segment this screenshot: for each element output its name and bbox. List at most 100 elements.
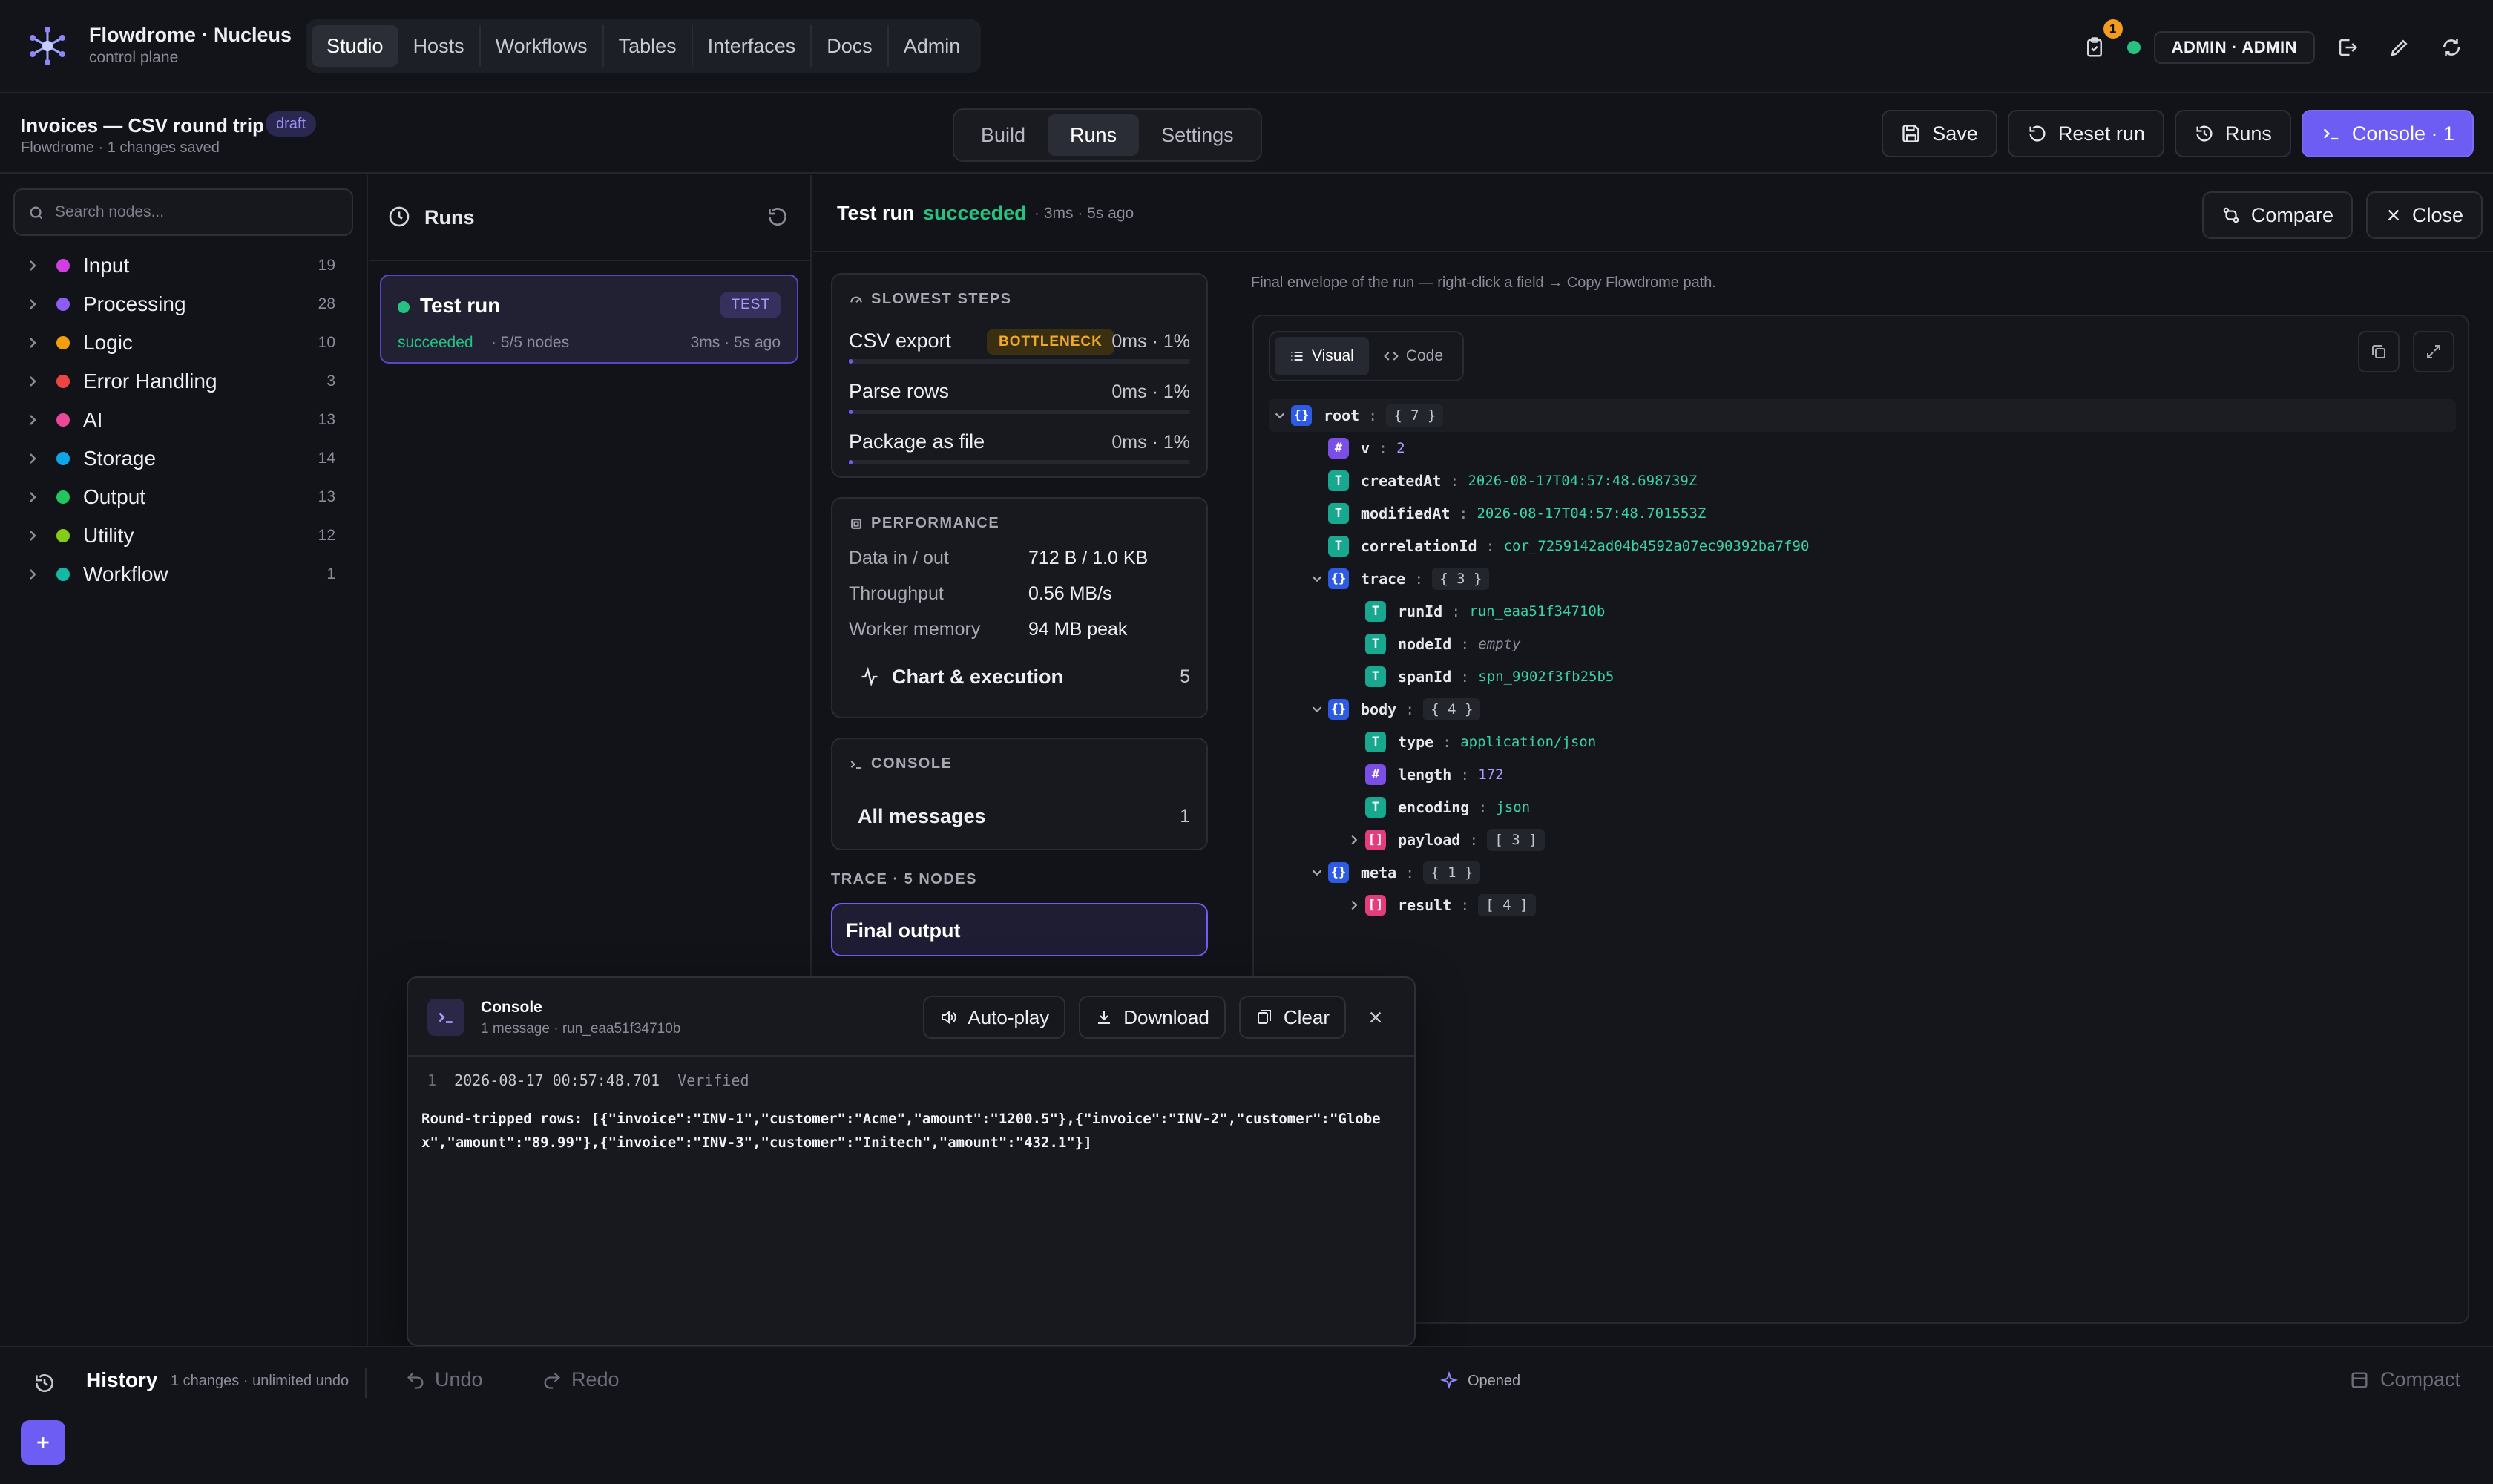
expand-button[interactable]: [2413, 331, 2454, 372]
tab-visual[interactable]: Visual: [1275, 337, 1369, 375]
chevron-right-icon: [27, 297, 43, 312]
category-processing[interactable]: Processing 28: [0, 285, 368, 324]
tree-node[interactable]: TrunId: run_eaa51f34710b: [1269, 595, 2456, 628]
viewer-tabs: Visual Code: [1269, 331, 1465, 381]
tab-build[interactable]: Build: [959, 114, 1048, 156]
refresh-runs-icon[interactable]: [766, 205, 789, 229]
tree-node[interactable]: TspanId: spn_9902f3fb25b5: [1269, 660, 2456, 693]
chevron-down-icon[interactable]: [1306, 703, 1328, 716]
node-search-input[interactable]: Search nodes...: [13, 188, 353, 236]
download-button[interactable]: Download: [1079, 996, 1226, 1039]
tree-size-pill: { 4 }: [1423, 698, 1481, 720]
tab-runs[interactable]: Runs: [1048, 114, 1140, 156]
nav-admin[interactable]: Admin: [889, 25, 976, 67]
runs-history-button[interactable]: Runs: [2174, 110, 2291, 157]
nav-hosts[interactable]: Hosts: [398, 25, 481, 67]
category-logic[interactable]: Logic 10: [0, 324, 368, 362]
tree-node[interactable]: Tencoding: json: [1269, 791, 2456, 824]
tree-node[interactable]: TnodeId: empty: [1269, 628, 2456, 660]
tree-node[interactable]: {} body: { 4 }: [1269, 693, 2456, 726]
nav-studio[interactable]: Studio: [312, 25, 398, 67]
refresh-button[interactable]: [2432, 28, 2471, 67]
compact-icon: [2351, 1372, 2368, 1388]
compare-icon: [2223, 207, 2239, 223]
console-header: Console 1 message · run_eaa51f34710b Aut…: [408, 978, 1414, 1057]
tree-node[interactable]: # length:172: [1269, 758, 2456, 791]
tree-size-pill: { 3 }: [1432, 568, 1490, 590]
tree-node[interactable]: TcorrelationId: cor_7259142ad04b4592a07ec…: [1269, 530, 2456, 562]
chevron-right-icon: [27, 451, 43, 466]
category-count: 19: [318, 257, 335, 274]
run-card[interactable]: Test run TEST succeeded · 5/5 nodes 3ms …: [380, 275, 798, 364]
step-row[interactable]: Parse rows 0ms · 1%: [832, 372, 1206, 423]
nav-tables[interactable]: Tables: [604, 25, 693, 67]
logo-icon[interactable]: [27, 25, 68, 67]
chart-execution-link[interactable]: Chart & execution 5: [832, 653, 1206, 700]
main-nav: Studio Hosts Workflows Tables Interfaces…: [306, 19, 982, 73]
perf-row: Worker memory 94 MB peak: [832, 611, 1206, 647]
chevron-right-icon[interactable]: [1343, 899, 1365, 912]
tree-node[interactable]: Ttype: application/json: [1269, 726, 2456, 758]
string-type-icon: T: [1365, 797, 1386, 818]
close-console-button[interactable]: [1359, 998, 1392, 1037]
nav-interfaces[interactable]: Interfaces: [693, 25, 812, 67]
edit-button[interactable]: [2380, 28, 2419, 67]
nav-docs[interactable]: Docs: [812, 25, 889, 67]
reset-run-label: Reset run: [2057, 122, 2145, 145]
category-ai[interactable]: AI 13: [0, 401, 368, 439]
redo-button[interactable]: Redo: [542, 1368, 620, 1391]
user-menu[interactable]: ADMIN · ADMIN: [2153, 31, 2315, 64]
save-button[interactable]: Save: [1882, 110, 1997, 157]
clock-icon: [389, 206, 410, 227]
compare-button[interactable]: Compare: [2201, 191, 2353, 239]
step-row[interactable]: CSV export BOTTLENECK 0ms · 1%: [832, 322, 1206, 372]
tree-node[interactable]: # v:2: [1269, 432, 2456, 464]
category-input[interactable]: Input 19: [0, 246, 368, 285]
trace-item-final-output[interactable]: Final output: [831, 903, 1208, 956]
category-error-handling[interactable]: Error Handling 3: [0, 362, 368, 401]
chevron-right-icon[interactable]: [1343, 833, 1365, 847]
compact-button[interactable]: Compact: [2349, 1368, 2460, 1391]
category-storage[interactable]: Storage 14: [0, 439, 368, 478]
nav-workflows[interactable]: Workflows: [481, 25, 604, 67]
tree-colon: :: [1451, 603, 1461, 620]
all-messages-link[interactable]: All messages 1: [832, 792, 1206, 840]
logout-button[interactable]: [2328, 28, 2367, 67]
autoplay-button[interactable]: Auto-play: [923, 996, 1066, 1039]
tree-key: result: [1398, 896, 1452, 914]
reset-run-button[interactable]: Reset run: [2007, 110, 2164, 157]
tasks-button[interactable]: 1: [2075, 19, 2123, 67]
add-button[interactable]: [21, 1420, 65, 1465]
clear-button[interactable]: Clear: [1238, 996, 1346, 1039]
undo-button[interactable]: Undo: [405, 1368, 483, 1391]
category-output[interactable]: Output 13: [0, 478, 368, 516]
console-button[interactable]: Console · 1: [2301, 110, 2474, 157]
tree-key: runId: [1398, 603, 1443, 620]
category-color-dot: [56, 568, 70, 581]
tab-settings[interactable]: Settings: [1139, 114, 1256, 156]
tree-node[interactable]: TcreatedAt:2026-08-17T04:57:48.698739Z: [1269, 464, 2456, 497]
category-count: 13: [318, 411, 335, 428]
tree-node[interactable]: TmodifiedAt:2026-08-17T04:57:48.701553Z: [1269, 497, 2456, 530]
tree-colon: :: [1405, 700, 1415, 718]
tree-node[interactable]: {} trace: { 3 }: [1269, 562, 2456, 595]
step-name: Parse rows: [849, 380, 950, 402]
step-row[interactable]: Package as file 0ms · 1%: [832, 423, 1206, 473]
chevron-down-icon[interactable]: [1306, 572, 1328, 585]
runs-history-label: Runs: [2224, 122, 2272, 145]
tab-code[interactable]: Code: [1369, 337, 1458, 375]
tree-node[interactable]: [] payload: [ 3 ]: [1269, 824, 2456, 856]
tree-node[interactable]: {} root: { 7 }: [1269, 399, 2456, 432]
copy-button[interactable]: [2358, 331, 2400, 372]
category-utility[interactable]: Utility 12: [0, 516, 368, 555]
chevron-down-icon[interactable]: [1269, 409, 1291, 422]
app-title: Flowdrome · Nucleus: [89, 24, 292, 46]
redo-icon: [544, 1372, 560, 1389]
chevron-down-icon[interactable]: [1306, 866, 1328, 879]
category-workflow[interactable]: Workflow 1: [0, 555, 368, 594]
close-detail-button[interactable]: Close: [2365, 191, 2483, 239]
string-type-icon: T: [1365, 732, 1386, 752]
tree-node[interactable]: [] result: [ 4 ]: [1269, 889, 2456, 922]
list-icon: [1291, 351, 1303, 361]
tree-node[interactable]: {} meta: { 1 }: [1269, 856, 2456, 889]
